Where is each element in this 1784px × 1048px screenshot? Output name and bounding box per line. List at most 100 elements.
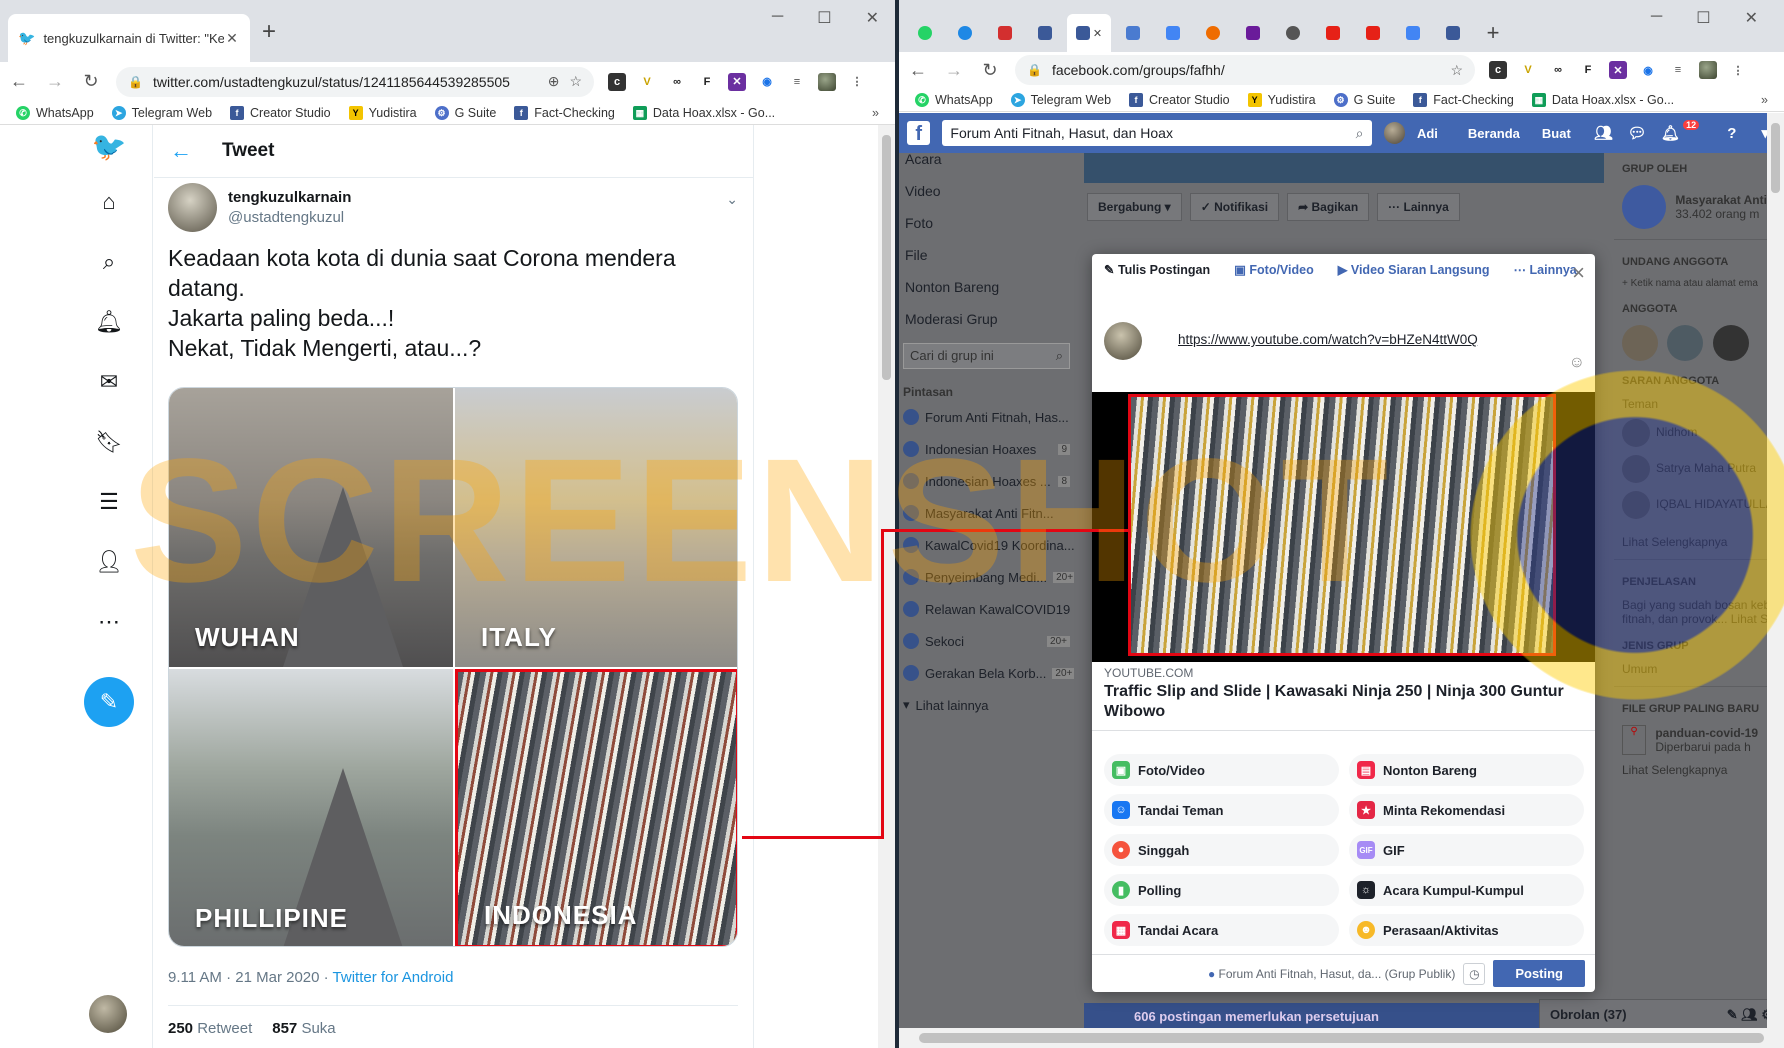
extension-icon[interactable]: ◉ — [1639, 61, 1657, 79]
tab-photo-video[interactable]: ▣ Foto/Video — [1234, 262, 1314, 302]
like-stat[interactable]: 857 Suka — [272, 1020, 335, 1037]
tab-loop[interactable] — [1195, 14, 1231, 52]
extension-icon[interactable]: ◉ — [758, 73, 776, 91]
home-icon[interactable]: ⌂ — [94, 187, 124, 217]
extension-icon[interactable]: F — [1579, 61, 1597, 79]
tweet-source-link[interactable]: Twitter for Android — [333, 969, 454, 986]
bookmark-whatsapp[interactable]: ✆ WhatsApp — [915, 92, 993, 107]
media-image-phillipine[interactable]: PHILLIPINE — [169, 669, 453, 946]
search-icon[interactable]: ⌕ — [1356, 125, 1364, 142]
profile-avatar[interactable] — [818, 72, 836, 91]
member-item[interactable]: Satrya Maha Putra — [1614, 451, 1784, 487]
search-icon[interactable]: ⌕ — [94, 247, 124, 277]
option-watch-party[interactable]: ▤ Nonton Bareng — [1349, 754, 1584, 786]
extension-icon[interactable]: c — [1489, 61, 1507, 79]
facebook-search-input[interactable]: Forum Anti Fitnah, Hasut, dan Hoax ⌕ — [942, 120, 1372, 146]
option-event[interactable]: ☼ Acara Kumpul-Kumpul — [1349, 874, 1584, 906]
tweet-timestamp[interactable]: 9.11 AM · 21 Mar 2020 · — [168, 969, 333, 986]
see-more-link[interactable]: ▾ Lihat lainnya — [899, 689, 1074, 721]
file-item[interactable]: ⚲ panduan-covid-19 Diperbarui pada h — [1614, 721, 1784, 759]
bookmark-yudistira[interactable]: Y Yudistira — [1247, 92, 1316, 107]
maximize-icon[interactable]: ☐ — [817, 8, 831, 28]
forward-icon[interactable]: → — [943, 60, 965, 81]
member-avatar[interactable] — [1712, 325, 1749, 361]
extension-icon[interactable]: V — [638, 73, 656, 91]
extension-icon[interactable]: V — [1519, 61, 1537, 79]
group-owner[interactable]: Masyarakat Anti 33.402 orang m — [1614, 181, 1784, 233]
back-icon[interactable]: ← — [907, 60, 929, 81]
media-image-wuhan[interactable]: WUHAN — [169, 388, 453, 667]
shortcut-item[interactable]: Sekoci 20+ — [899, 625, 1074, 657]
extension-icon[interactable]: F — [698, 73, 716, 91]
tab-translate[interactable] — [1155, 14, 1191, 52]
media-image-italy[interactable]: ITALY — [455, 388, 737, 667]
option-tag-event[interactable]: ▦ Tandai Acara — [1104, 914, 1339, 946]
schedule-clock-icon[interactable]: ◷ — [1463, 962, 1486, 985]
scrollbar-thumb[interactable] — [919, 1033, 1764, 1043]
tab-facebook[interactable] — [1027, 14, 1063, 52]
shortcut-item[interactable]: Gerakan Bela Korb... 20+ — [899, 657, 1074, 689]
extension-icon[interactable]: ✕ — [1609, 61, 1627, 79]
close-window-icon[interactable]: ✕ — [866, 8, 879, 28]
extension-icon[interactable]: ✕ — [728, 72, 746, 91]
chevron-down-icon[interactable]: ⌄ — [726, 191, 738, 208]
lists-icon[interactable]: ☰ — [94, 487, 124, 517]
tab-messenger[interactable] — [947, 14, 983, 52]
tab-write-post[interactable]: ✎ Tulis Postingan — [1104, 262, 1210, 302]
user-name-link[interactable]: Adi — [1417, 126, 1438, 141]
pending-posts-notice[interactable]: 606 postingan memerlukan persetujuan — [1084, 1003, 1604, 1029]
shortcut-item[interactable]: Indonesian Hoaxes ... 8 — [899, 465, 1074, 497]
forward-icon[interactable]: → — [44, 71, 66, 92]
extension-icon[interactable]: ∞ — [1549, 61, 1567, 79]
menu-icon[interactable]: ⋮ — [1729, 61, 1747, 79]
tab-generic[interactable] — [987, 14, 1023, 52]
messenger-icon[interactable]: 💬︎ — [1626, 124, 1647, 142]
tab-facebook[interactable] — [1435, 14, 1471, 52]
horizontal-scrollbar[interactable] — [899, 1028, 1784, 1048]
compose-tweet-button[interactable]: ✎ — [84, 677, 134, 727]
shortcut-item[interactable]: Forum Anti Fitnah, Has... — [899, 401, 1074, 433]
close-tab-icon[interactable]: ✕ — [1093, 27, 1102, 40]
option-gif[interactable]: GIF GIF — [1349, 834, 1584, 866]
bookmark-fact-checking[interactable]: f Fact-Checking — [514, 105, 615, 120]
scrollbar-thumb[interactable] — [1771, 123, 1780, 193]
bookmark-telegram[interactable]: ➤ Telegram Web — [1010, 92, 1111, 107]
tab-whatsapp[interactable] — [907, 14, 943, 52]
quick-help-icon[interactable]: ? — [1721, 125, 1742, 142]
tab-purple[interactable] — [1235, 14, 1271, 52]
create-link[interactable]: Buat — [1542, 126, 1571, 141]
address-bar[interactable]: 🔒 twitter.com/ustadtengkuzul/status/1241… — [116, 66, 594, 97]
shortcut-item[interactable]: Penyeimbang Medi... 20+ — [899, 561, 1074, 593]
new-tab-button[interactable]: + — [1475, 14, 1511, 52]
see-more-link[interactable]: Lihat Selengkapnya — [1614, 523, 1784, 553]
bookmarks-icon[interactable]: 🔖︎ — [94, 427, 124, 457]
retweet-stat[interactable]: 250 Retweet — [168, 1020, 252, 1037]
author-handle[interactable]: @ustadtengkuzul — [228, 209, 344, 226]
member-avatar[interactable] — [1667, 325, 1704, 361]
member-item[interactable]: Nidhom — [1614, 415, 1784, 451]
link-preview-image[interactable] — [1092, 392, 1595, 662]
twitter-logo-icon[interactable]: 🐦 — [92, 131, 127, 162]
more-icon[interactable]: ⋯ — [94, 607, 124, 637]
tab-facebook-active[interactable]: ✕ — [1067, 14, 1111, 52]
option-check-in[interactable]: ● Singgah — [1104, 834, 1339, 866]
address-bar[interactable]: 🔒 facebook.com/groups/fafhh/ ☆ — [1015, 55, 1475, 85]
user-avatar[interactable] — [1383, 122, 1405, 144]
nav-files[interactable]: File — [899, 239, 1074, 271]
invite-input[interactable]: + Ketik nama atau alamat ema — [1614, 274, 1784, 293]
close-icon[interactable]: × — [1572, 260, 1585, 286]
member-avatar[interactable] — [1622, 325, 1658, 361]
option-poll[interactable]: ▮ Polling — [1104, 874, 1339, 906]
post-text-input[interactable]: https://www.youtube.com/watch?v=bHZeN4tt… — [1178, 332, 1478, 347]
author-avatar[interactable] — [168, 183, 217, 232]
tab-translate[interactable] — [1395, 14, 1431, 52]
bookmark-creator-studio[interactable]: f Creator Studio — [1129, 92, 1230, 107]
tab-youtube[interactable] — [1355, 14, 1391, 52]
notifications-icon[interactable]: 🔔︎ — [1660, 124, 1681, 142]
reload-icon[interactable]: ↻ — [979, 60, 1001, 81]
nav-videos[interactable]: Video — [899, 175, 1074, 207]
bookmark-whatsapp[interactable]: ✆ WhatsApp — [16, 105, 94, 120]
tab-live-video[interactable]: ▶ Video Siaran Langsung — [1338, 262, 1490, 302]
media-icon[interactable]: ≡ — [1669, 61, 1687, 79]
add-icon[interactable]: ⊕ — [548, 73, 560, 90]
